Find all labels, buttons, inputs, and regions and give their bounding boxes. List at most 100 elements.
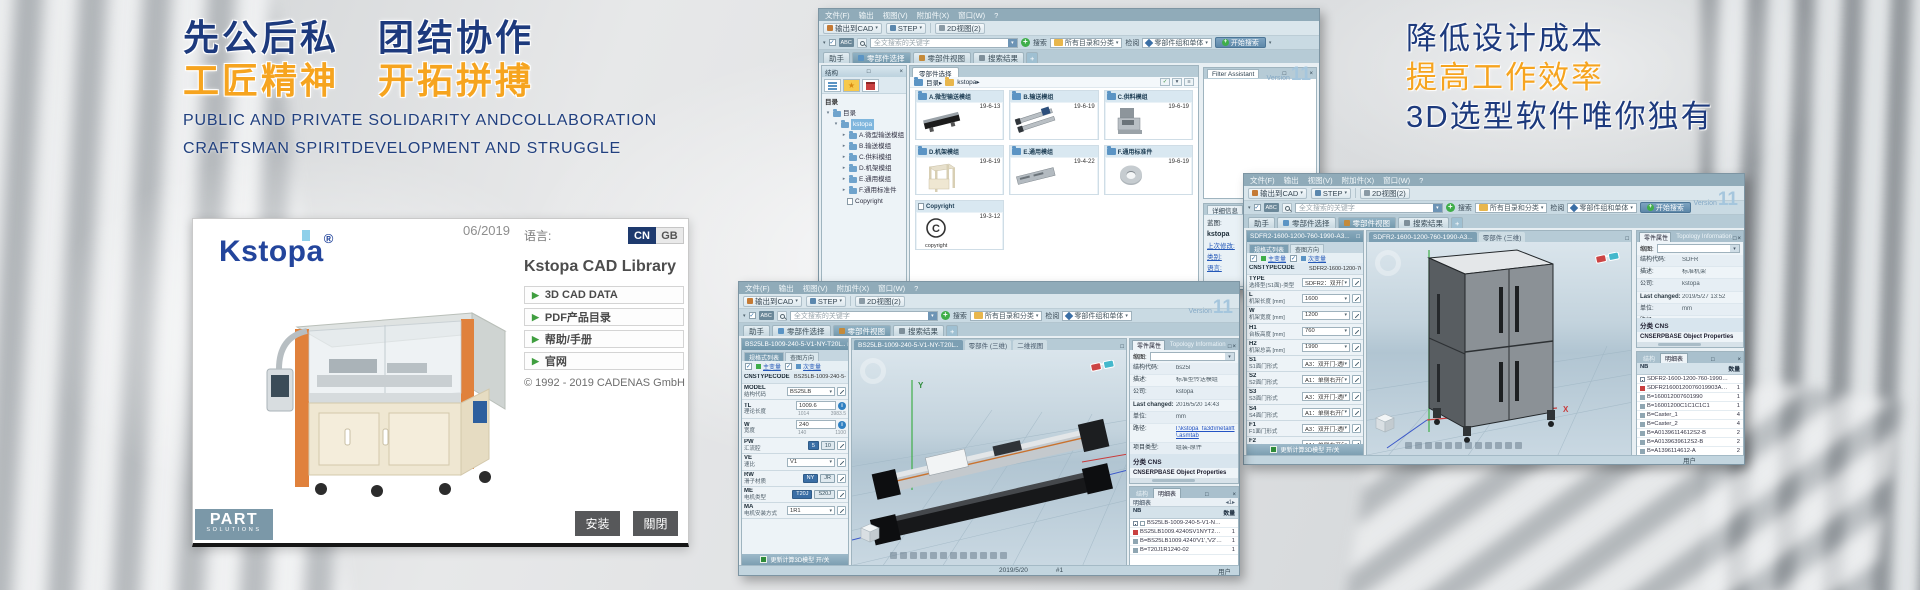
- width-input[interactable]: 240: [796, 420, 836, 429]
- dock-icon[interactable]: □: [1356, 234, 1360, 240]
- menu-addons[interactable]: 附加件(X): [917, 10, 950, 21]
- main-variable-link[interactable]: 主变量: [1261, 254, 1286, 263]
- bom-row[interactable]: SDFR21600120076019903A1A3A1A3A3A11: [1637, 384, 1743, 393]
- chevron-down-icon[interactable]: ▾: [1172, 78, 1182, 86]
- s1-select[interactable]: A3：双开门-透明亚克▾: [1302, 359, 1350, 368]
- menu-pdf-catalog[interactable]: ▶ PDF产品目录: [524, 308, 684, 326]
- expand-icon[interactable]: [1133, 521, 1138, 526]
- dock-icon[interactable]: □: [1625, 236, 1629, 242]
- viewport-toolbar[interactable]: [890, 552, 1007, 559]
- menu-view[interactable]: 视图(V): [883, 10, 908, 21]
- bom-row[interactable]: B=Caster_14: [1637, 411, 1743, 420]
- dock-icon[interactable]: □: [848, 342, 849, 348]
- 2d-view-button[interactable]: 2D视图(2): [935, 23, 985, 34]
- edit-icon[interactable]: [837, 441, 846, 450]
- menu-official-site[interactable]: ▶ 官网: [524, 352, 684, 370]
- tab-add[interactable]: +: [1026, 52, 1038, 63]
- sub-variable-checkbox[interactable]: ✓: [785, 363, 792, 370]
- tab-add[interactable]: +: [946, 325, 958, 336]
- tab-add[interactable]: +: [1451, 217, 1463, 228]
- length-input[interactable]: 1009.6: [796, 401, 836, 410]
- part-number-tab[interactable]: BS25LB-1009-240-5-V1-NY-T20L..: [745, 341, 846, 348]
- width-select[interactable]: 1200▾: [1302, 311, 1350, 320]
- viewport-topology-tab[interactable]: 零部件 (三维): [1479, 232, 1526, 242]
- sub-variable-checkbox[interactable]: ✓: [1290, 255, 1297, 262]
- search-checkbox[interactable]: ✓: [1254, 204, 1261, 211]
- step-format-button[interactable]: STEP▾: [1311, 188, 1351, 199]
- properties-tab[interactable]: 零件属性: [1639, 232, 1671, 242]
- sub-variable-link[interactable]: 次变量: [796, 362, 821, 371]
- model-select[interactable]: BS25LB▾: [787, 387, 835, 396]
- menu-window[interactable]: 窗口(W): [1383, 175, 1410, 186]
- bom-tab[interactable]: 明细表: [1660, 353, 1688, 363]
- edit-icon[interactable]: [837, 490, 846, 499]
- 2d-view-button[interactable]: 2D视图(2): [855, 296, 905, 307]
- subtab-spec-list[interactable]: 规格式列表: [1249, 244, 1289, 253]
- edit-icon[interactable]: [837, 474, 846, 483]
- edit-icon[interactable]: [1352, 343, 1361, 352]
- structure-tab[interactable]: 结构: [1639, 353, 1659, 363]
- part-card-c[interactable]: C.供料模组 19-6-19: [1104, 90, 1193, 140]
- search-scope2-select[interactable]: 零部件组和单体▾: [1567, 203, 1637, 213]
- edit-icon[interactable]: [1352, 294, 1361, 303]
- update-model-button[interactable]: 更新计算3D模型 开/关: [742, 554, 848, 565]
- tree-node-category[interactable]: ▸B.输送模组: [825, 141, 906, 152]
- tree-node-category[interactable]: ▸A.微型输送模组: [825, 130, 906, 141]
- viewport-topology-tab[interactable]: 零部件 (三维): [965, 340, 1012, 350]
- edit-icon[interactable]: [1352, 311, 1361, 320]
- info-icon[interactable]: i: [838, 421, 846, 429]
- tab-part-selection[interactable]: 零部件选择: [772, 325, 831, 336]
- bom-row[interactable]: SDFR2-1600-1200-760-1990-A3A1A3A1-A3A1A.…: [1637, 375, 1743, 384]
- bom-row[interactable]: B=A0139639612S2-B2: [1637, 438, 1743, 447]
- menu-output[interactable]: 输出: [779, 283, 794, 294]
- bom-tab[interactable]: 明细表: [1153, 488, 1181, 498]
- menu-help-manual[interactable]: ▶ 帮助/手册: [524, 330, 684, 348]
- h2-select[interactable]: 1990▾: [1302, 343, 1350, 352]
- length-select[interactable]: 1600▾: [1302, 294, 1350, 303]
- edit-icon[interactable]: [1352, 392, 1361, 401]
- s4-select[interactable]: A1：单侧右开门-透明▾: [1302, 408, 1350, 417]
- bom-row[interactable]: B=A1396114612-A2: [1637, 447, 1743, 455]
- horizontal-scrollbar[interactable]: [1637, 342, 1743, 347]
- row-checkbox[interactable]: [1140, 521, 1145, 526]
- part-card-e[interactable]: E.通用模组 19-4-22: [1009, 145, 1098, 195]
- 3d-glasses-icon[interactable]: [1090, 360, 1116, 372]
- tree-node-category[interactable]: ▸C.供料模组: [825, 152, 906, 163]
- tab-assistant[interactable]: 助手: [823, 52, 850, 63]
- page-indicator[interactable]: ◂1▸: [1226, 499, 1235, 506]
- edit-icon[interactable]: [1352, 440, 1361, 444]
- 2d-view-button[interactable]: 2D视图(2): [1360, 188, 1410, 199]
- viewport-toolbar[interactable]: [1405, 442, 1522, 449]
- bom-row[interactable]: B=Caster_24: [1637, 420, 1743, 429]
- close-button[interactable]: 關閉: [633, 511, 678, 536]
- view-cube[interactable]: [860, 523, 880, 543]
- s3-select[interactable]: A3：双开门-透明亚克▾: [1302, 392, 1350, 401]
- menu-view[interactable]: 视图(V): [803, 283, 828, 294]
- chevron-down-icon[interactable]: ▾: [928, 312, 937, 320]
- collapse-icon[interactable]: ▾: [1248, 205, 1251, 211]
- language-cn-button[interactable]: CN: [628, 227, 656, 244]
- properties-tab[interactable]: 零件属性: [1132, 340, 1165, 350]
- collapse-icon[interactable]: ▾: [823, 40, 826, 46]
- edit-icon[interactable]: [1352, 375, 1361, 384]
- confirm-button[interactable]: ✓: [1160, 78, 1170, 86]
- menu-output[interactable]: 输出: [859, 10, 874, 21]
- tree-node-vendor[interactable]: ▾kstopa: [825, 119, 906, 130]
- magnifier-icon[interactable]: [1282, 203, 1292, 213]
- viewport-part-tab[interactable]: BS25LB-1009-240-5-V1-NY-T20L..: [854, 340, 963, 350]
- subtab-view-direction[interactable]: 查图方向: [1290, 244, 1324, 253]
- copyright-card[interactable]: Copyright 19-3-12 C copyright: [915, 200, 1004, 250]
- edit-icon[interactable]: [1352, 359, 1361, 368]
- expand-icon[interactable]: [1640, 377, 1645, 382]
- menu-output[interactable]: 输出: [1284, 175, 1299, 186]
- view-mode-button[interactable]: ≡: [1184, 78, 1194, 86]
- dock-icon[interactable]: □: [867, 69, 871, 75]
- bom-row[interactable]: B=1600120076019901: [1637, 393, 1743, 402]
- tab-assistant[interactable]: 助手: [743, 325, 770, 336]
- viewport-canvas[interactable]: Y: [852, 350, 1126, 565]
- info-icon[interactable]: i: [838, 402, 846, 410]
- catalog-layers-button[interactable]: [824, 79, 841, 92]
- edit-icon[interactable]: [837, 506, 846, 515]
- me-option-selected[interactable]: T20J: [792, 490, 812, 499]
- menu-3d-cad-data[interactable]: ▶ 3D CAD DATA: [524, 286, 684, 304]
